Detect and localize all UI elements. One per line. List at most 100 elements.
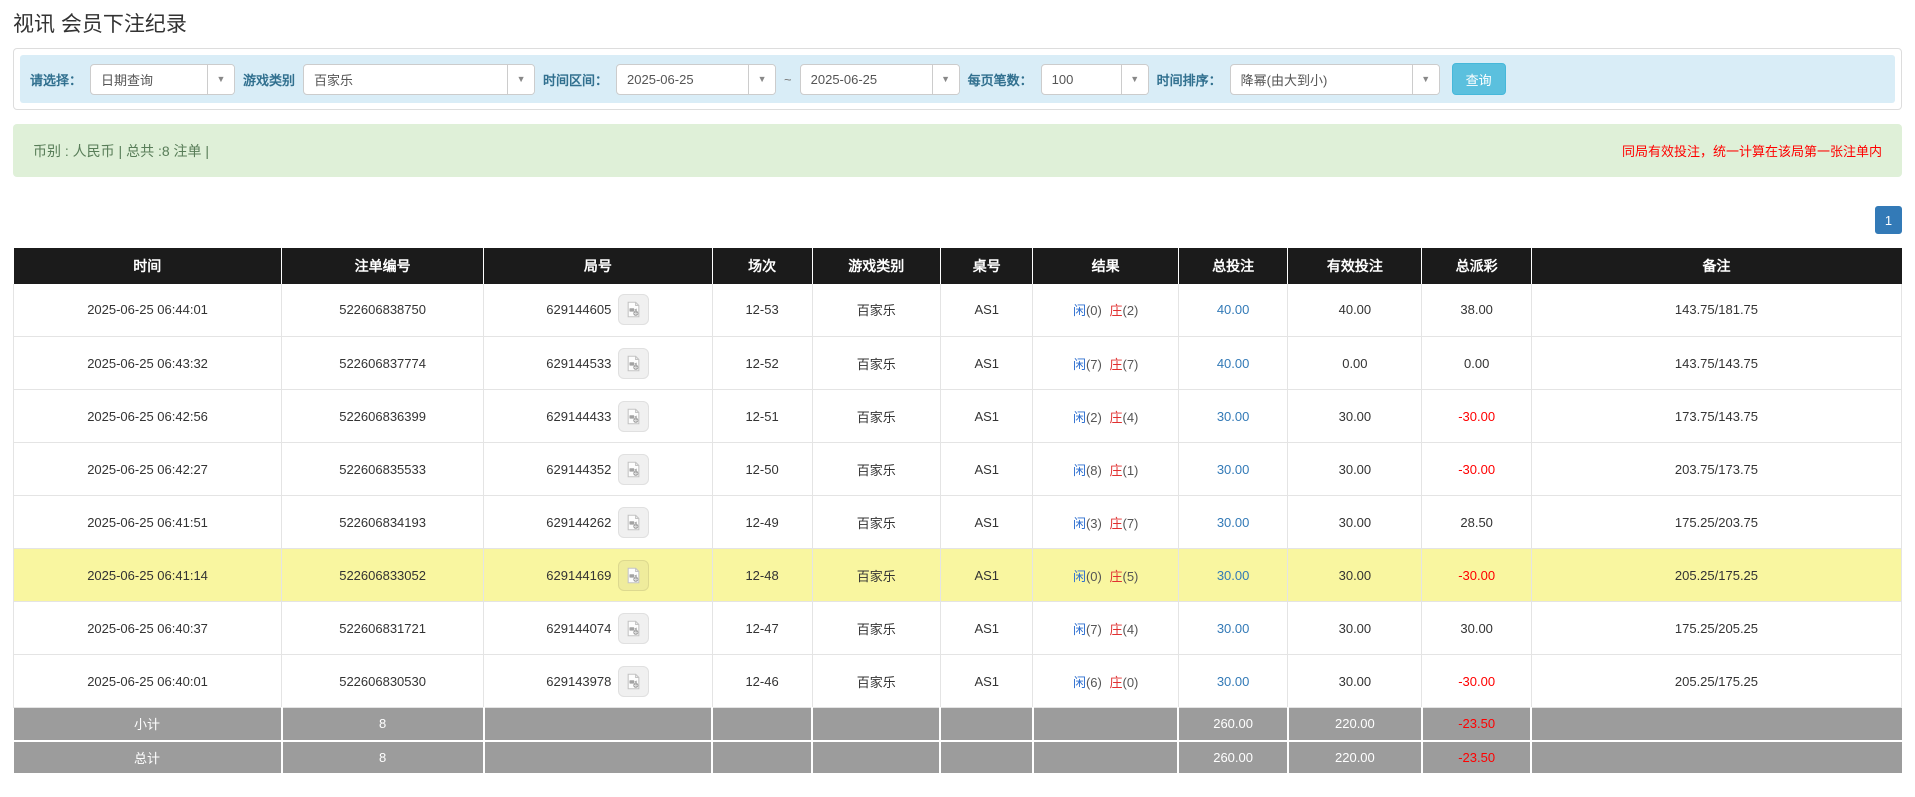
table-row: 2025-06-25 06:42:27 522606835533 6291443… [14, 443, 1902, 496]
cell-round-id: 629144352 [484, 443, 712, 496]
chevron-down-icon: ▼ [748, 65, 775, 94]
total-bet-link[interactable]: 40.00 [1217, 356, 1250, 371]
total-bet-link[interactable]: 30.00 [1217, 568, 1250, 583]
cell-result: 闲(7) 庄(4) [1033, 602, 1178, 655]
grand-total-count: 8 [282, 741, 484, 774]
cell-result: 闲(7) 庄(7) [1033, 337, 1178, 390]
cell-note: 143.75/181.75 [1531, 284, 1901, 337]
cell-valid-bet: 0.00 [1288, 337, 1422, 390]
grand-total-valid-bet: 220.00 [1288, 741, 1422, 774]
video-record-icon[interactable] [618, 401, 649, 432]
cell-valid-bet: 30.00 [1288, 602, 1422, 655]
cell-game-type: 百家乐 [812, 602, 940, 655]
time-order-select[interactable]: 降幂(由大到小) ▼ [1230, 64, 1440, 95]
cell-payout: 0.00 [1422, 337, 1532, 390]
cell-bet-id: 522606831721 [282, 602, 484, 655]
query-type-label: 请选择： [30, 70, 82, 89]
total-bet-link[interactable]: 30.00 [1217, 515, 1250, 530]
cell-session: 12-46 [712, 655, 812, 708]
cell-round-id: 629144169 [484, 549, 712, 602]
cell-session: 12-53 [712, 284, 812, 337]
game-type-select[interactable]: 百家乐 ▼ [303, 64, 535, 95]
cell-valid-bet: 40.00 [1288, 284, 1422, 337]
cell-payout: 30.00 [1422, 602, 1532, 655]
cell-session: 12-51 [712, 390, 812, 443]
cell-round-id: 629144533 [484, 337, 712, 390]
video-record-icon[interactable] [618, 294, 649, 325]
date-from-select[interactable]: 2025-06-25 ▼ [616, 64, 776, 95]
cell-round-id: 629144605 [484, 284, 712, 337]
cell-total-bet: 30.00 [1178, 549, 1288, 602]
chevron-down-icon: ▼ [1121, 65, 1148, 94]
cell-total-bet: 30.00 [1178, 655, 1288, 708]
page-size-label: 每页笔数： [968, 70, 1033, 89]
cell-payout: 38.00 [1422, 284, 1532, 337]
cell-payout: 28.50 [1422, 496, 1532, 549]
video-record-icon[interactable] [618, 666, 649, 697]
query-type-select[interactable]: 日期查询 ▼ [90, 64, 235, 95]
video-record-icon[interactable] [618, 507, 649, 538]
total-bet-link[interactable]: 30.00 [1217, 621, 1250, 636]
total-bet-link[interactable]: 40.00 [1217, 302, 1250, 317]
currency-total-text: 币别 : 人民币 | 总共 :8 注单 | [33, 141, 209, 161]
cell-note: 205.25/175.25 [1531, 549, 1901, 602]
table-row: 2025-06-25 06:43:32 522606837774 6291445… [14, 337, 1902, 390]
total-bet-link[interactable]: 30.00 [1217, 462, 1250, 477]
subtotal-payout: -23.50 [1422, 708, 1532, 741]
col-total-bet: 总投注 [1178, 249, 1288, 284]
video-record-icon[interactable] [618, 348, 649, 379]
cell-session: 12-52 [712, 337, 812, 390]
cell-table-no: AS1 [940, 655, 1033, 708]
cell-note: 175.25/205.25 [1531, 602, 1901, 655]
total-bet-link[interactable]: 30.00 [1217, 409, 1250, 424]
chevron-down-icon: ▼ [1412, 65, 1439, 94]
bet-records-table: 时间 注单编号 局号 场次 游戏类别 桌号 结果 总投注 有效投注 总派彩 备注… [13, 248, 1902, 775]
cell-total-bet: 30.00 [1178, 390, 1288, 443]
table-row: 2025-06-25 06:40:37 522606831721 6291440… [14, 602, 1902, 655]
table-row: 2025-06-25 06:41:14 522606833052 6291441… [14, 549, 1902, 602]
page-1-button[interactable]: 1 [1875, 206, 1902, 234]
time-order-label: 时间排序： [1157, 70, 1222, 89]
cell-session: 12-49 [712, 496, 812, 549]
cell-time: 2025-06-25 06:40:01 [14, 655, 282, 708]
cell-valid-bet: 30.00 [1288, 549, 1422, 602]
chevron-down-icon: ▼ [507, 65, 534, 94]
grand-total-payout: -23.50 [1422, 741, 1532, 774]
cell-table-no: AS1 [940, 390, 1033, 443]
cell-payout: -30.00 [1422, 390, 1532, 443]
cell-bet-id: 522606838750 [282, 284, 484, 337]
col-valid-bet: 有效投注 [1288, 249, 1422, 284]
date-to-select[interactable]: 2025-06-25 ▼ [800, 64, 960, 95]
cell-note: 175.25/203.75 [1531, 496, 1901, 549]
video-record-icon[interactable] [618, 560, 649, 591]
col-bet-id: 注单编号 [282, 249, 484, 284]
video-record-icon[interactable] [618, 613, 649, 644]
page-size-select[interactable]: 100 ▼ [1041, 64, 1149, 95]
cell-result: 闲(3) 庄(7) [1033, 496, 1178, 549]
cell-bet-id: 522606836399 [282, 390, 484, 443]
cell-bet-id: 522606837774 [282, 337, 484, 390]
cell-valid-bet: 30.00 [1288, 443, 1422, 496]
cell-round-id: 629144433 [484, 390, 712, 443]
cell-round-id: 629144262 [484, 496, 712, 549]
cell-total-bet: 40.00 [1178, 337, 1288, 390]
chevron-down-icon: ▼ [932, 65, 959, 94]
search-button[interactable]: 查询 [1452, 63, 1506, 95]
table-header-row: 时间 注单编号 局号 场次 游戏类别 桌号 结果 总投注 有效投注 总派彩 备注 [14, 249, 1902, 284]
video-record-icon[interactable] [618, 454, 649, 485]
cell-result: 闲(0) 庄(2) [1033, 284, 1178, 337]
cell-note: 203.75/173.75 [1531, 443, 1901, 496]
cell-bet-id: 522606834193 [282, 496, 484, 549]
cell-valid-bet: 30.00 [1288, 655, 1422, 708]
subtotal-row: 小计 8 260.00 220.00 -23.50 [14, 708, 1902, 741]
total-bet-link[interactable]: 30.00 [1217, 674, 1250, 689]
cell-session: 12-50 [712, 443, 812, 496]
cell-time: 2025-06-25 06:41:51 [14, 496, 282, 549]
grand-total-total-bet: 260.00 [1178, 741, 1288, 774]
cell-note: 205.25/175.25 [1531, 655, 1901, 708]
cell-total-bet: 30.00 [1178, 496, 1288, 549]
cell-payout: -30.00 [1422, 443, 1532, 496]
cell-session: 12-47 [712, 602, 812, 655]
col-game-type: 游戏类别 [812, 249, 940, 284]
date-separator: ~ [784, 72, 792, 87]
